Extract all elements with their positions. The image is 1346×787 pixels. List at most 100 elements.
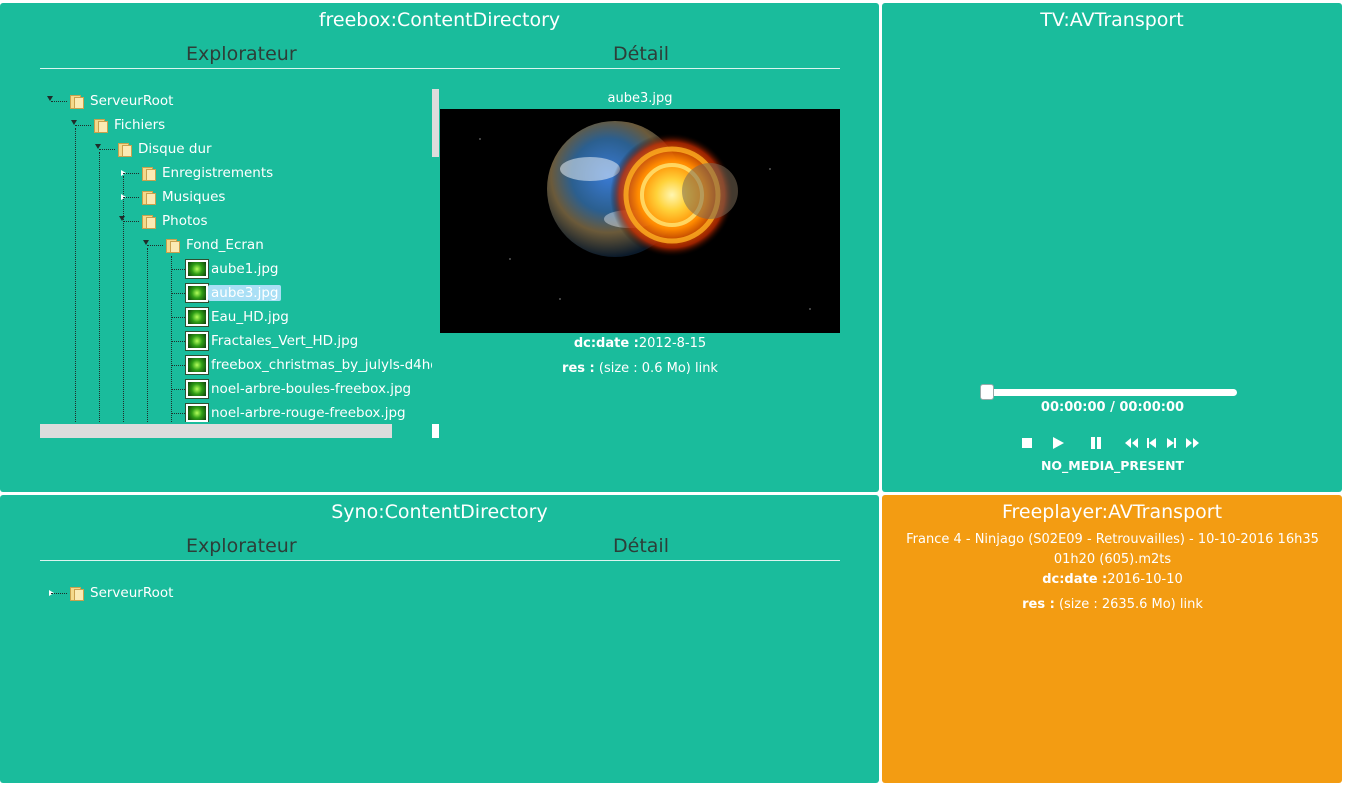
pause-icon[interactable] <box>1089 434 1103 452</box>
res-link[interactable]: (size : 0.6 Mo) link <box>595 361 718 376</box>
folder-icon <box>69 94 84 109</box>
image-preview <box>440 109 840 333</box>
header-divider <box>40 560 840 561</box>
previous-icon[interactable] <box>1145 434 1157 452</box>
tree-connector <box>171 293 185 294</box>
tv-av-transport-panel: TV:AVTransport <box>882 3 1342 492</box>
folder-icon <box>117 142 132 157</box>
earth-explosion-picture <box>547 121 738 257</box>
tree-node-label: Disque dur <box>138 141 212 157</box>
tree-file-label: aube3.jpg <box>208 285 282 301</box>
stop-icon[interactable] <box>1020 434 1034 452</box>
tree-guide <box>75 128 76 422</box>
tree-node-label: Fond_Ecran <box>186 237 264 253</box>
tree-node-fichiers[interactable]: Fichiers <box>93 114 165 136</box>
panel-title: freebox:ContentDirectory <box>318 9 561 31</box>
folder-icon <box>93 118 108 133</box>
tree-guide <box>123 176 124 422</box>
res-link[interactable]: (size : 2635.6 Mo) link <box>1055 597 1203 612</box>
tree-node-label: Fichiers <box>114 117 166 133</box>
tree-file-label: Fractales_Vert_HD.jpg <box>211 333 359 349</box>
res-label: res : <box>562 361 595 376</box>
tree-connector <box>171 317 185 318</box>
folder-icon <box>141 214 156 229</box>
tree-guide <box>147 248 148 422</box>
folder-icon <box>141 190 156 205</box>
tree-file-label: Eau_HD.jpg <box>211 309 289 325</box>
tree-horizontal-scrollbar[interactable] <box>40 424 392 438</box>
syno-content-directory-panel: Syno:ContentDirectory <box>0 495 879 783</box>
tree-vertical-scrollbar[interactable] <box>432 89 439 157</box>
explorer-heading: Explorateur <box>186 43 297 65</box>
tree-connector <box>147 245 163 246</box>
tree-connector <box>123 197 139 198</box>
tree-file-item[interactable]: noel-arbre-boules-freebox.jpg <box>186 378 411 400</box>
folder-icon <box>165 238 180 253</box>
detail-date: dc:date :2012-8-15 <box>440 336 840 351</box>
image-file-icon <box>186 284 208 302</box>
tree-connector <box>171 413 185 414</box>
time-readout: 00:00:00 / 00:00:00 <box>1040 400 1185 415</box>
tree-node-enregistrements[interactable]: Enregistrements <box>141 162 273 184</box>
date-label: dc:date : <box>573 336 639 351</box>
explorer-heading: Explorateur <box>186 535 297 557</box>
tree-file-label: aube1.jpg <box>211 261 279 277</box>
tree-connector <box>99 149 115 150</box>
tree-file-item[interactable]: aube1.jpg <box>186 258 278 280</box>
tree-connector <box>171 341 185 342</box>
tree-file-item[interactable]: freebox_christmas_by_julyls-d4hqe <box>186 354 432 376</box>
transport-state: NO_MEDIA_PRESENT <box>1040 458 1185 473</box>
tree-node-musiques[interactable]: Musiques <box>141 186 225 208</box>
tree-node-label: Enregistrements <box>162 165 274 181</box>
tree-file-label: noel-arbre-rouge-freebox.jpg <box>211 405 406 421</box>
tree-node-serveurroot[interactable]: ServeurRoot <box>69 582 173 604</box>
next-icon[interactable] <box>1165 434 1177 452</box>
date-value: 2012-8-15 <box>638 336 707 351</box>
transport-controls <box>1020 434 1199 452</box>
date-value: 2016-10-10 <box>1107 572 1183 587</box>
tree-node-serveurroot[interactable]: ServeurRoot <box>69 90 173 112</box>
panel-title: Freeplayer:AVTransport <box>1001 501 1223 523</box>
media-title-line: 01h20 (605).m2ts <box>1053 552 1172 567</box>
tree-connector <box>123 173 139 174</box>
rewind-icon[interactable] <box>1124 434 1138 452</box>
tree-file-item[interactable]: Fractales_Vert_HD.jpg <box>186 330 358 352</box>
tree-connector <box>75 125 91 126</box>
explorer-tree[interactable]: ServeurRoot Fichiers Disque dur Enregist… <box>40 82 432 422</box>
tree-node-disque-dur[interactable]: Disque dur <box>117 138 212 160</box>
tree-connector <box>123 221 139 222</box>
detail-resource: res : (size : 0.6 Mo) link <box>440 361 840 376</box>
detail-heading: Détail <box>613 535 669 557</box>
header-divider <box>40 68 840 69</box>
tree-connector <box>171 269 185 270</box>
position-slider-track[interactable] <box>985 389 1237 396</box>
detail-heading: Détail <box>613 43 669 65</box>
tree-connector <box>171 389 185 390</box>
tree-file-item[interactable]: Eau_HD.jpg <box>186 306 289 328</box>
tree-node-fond-ecran[interactable]: Fond_Ecran <box>165 234 264 256</box>
tree-connector <box>171 365 185 366</box>
tree-connector <box>51 101 67 102</box>
folder-icon <box>69 586 84 601</box>
tree-node-photos[interactable]: Photos <box>141 210 208 232</box>
media-date: dc:date :2016-10-10 <box>900 570 1325 590</box>
tree-file-label: freebox_christmas_by_julyls-d4hqe <box>211 357 432 373</box>
tree-guide <box>99 152 100 422</box>
tree-node-label: Musiques <box>162 189 226 205</box>
play-icon[interactable] <box>1051 434 1065 452</box>
tree-file-item[interactable]: noel-arbre-rouge-freebox.jpg <box>186 402 406 422</box>
tree-file-label: noel-arbre-boules-freebox.jpg <box>211 381 412 397</box>
fast-forward-icon[interactable] <box>1185 434 1199 452</box>
folder-icon <box>141 166 156 181</box>
media-title-line: France 4 - Ninjago (S02E09 - Retrouvaill… <box>906 532 1319 547</box>
media-title: France 4 - Ninjago (S02E09 - Retrouvaill… <box>900 530 1325 590</box>
image-file-icon <box>186 260 208 278</box>
image-file-icon <box>186 380 208 398</box>
scrollbar-corner <box>432 424 439 438</box>
media-resource: res : (size : 2635.6 Mo) link <box>900 595 1325 615</box>
position-slider-handle[interactable] <box>980 384 994 400</box>
tree-node-label: Photos <box>162 213 208 229</box>
image-file-icon <box>186 332 208 350</box>
tree-node-label: ServeurRoot <box>90 585 174 601</box>
tree-file-item-selected[interactable]: aube3.jpg <box>186 282 282 304</box>
